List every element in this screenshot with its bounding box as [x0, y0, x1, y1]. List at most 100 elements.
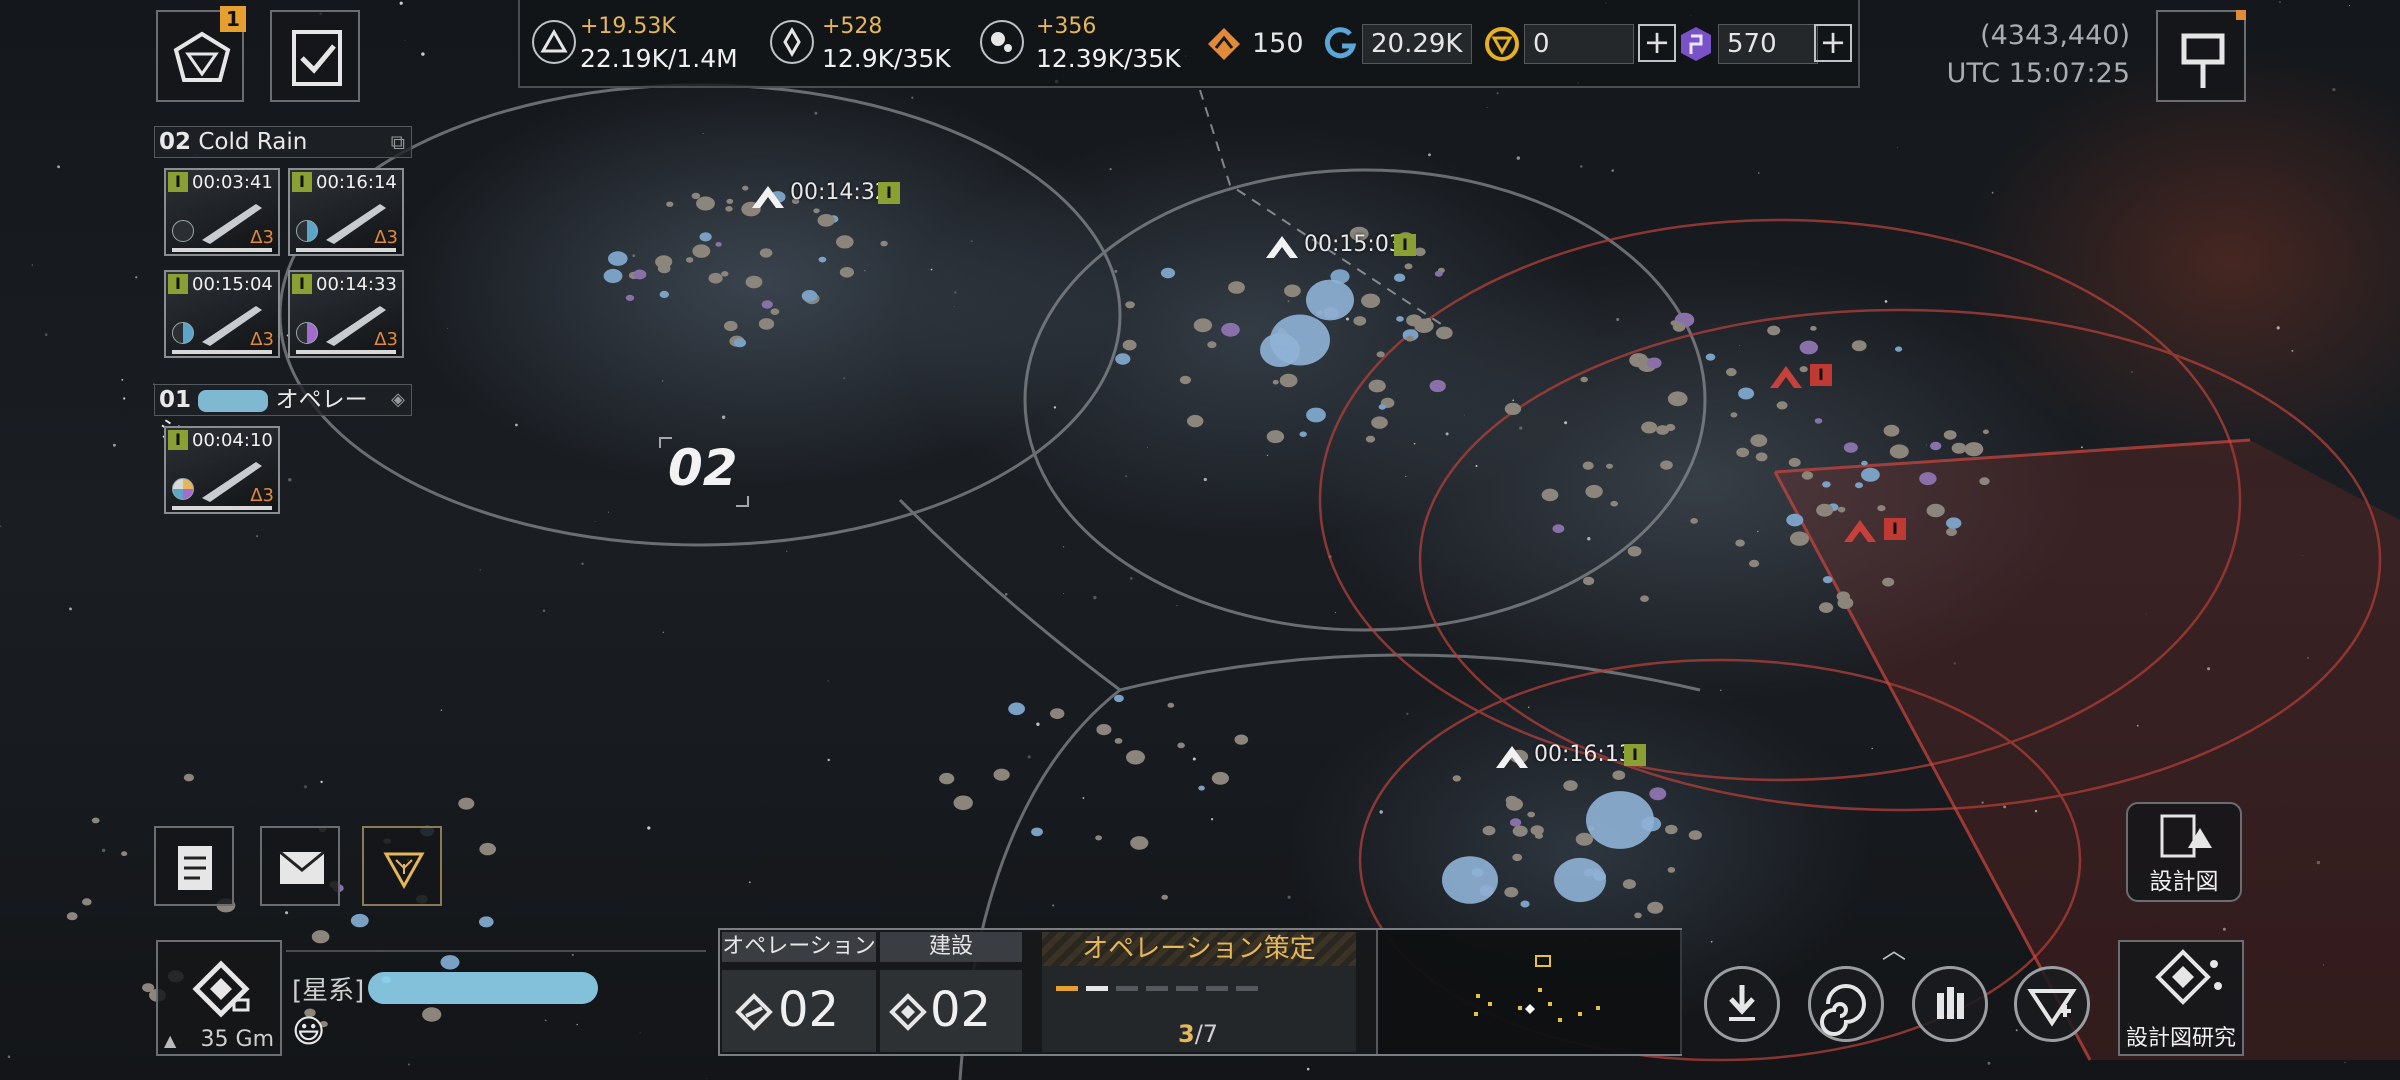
- status-pie-icon: [296, 220, 318, 242]
- document-icon: [178, 846, 212, 890]
- operation-icon: [735, 993, 773, 1031]
- system-label: [星系]: [292, 976, 365, 1006]
- fleet-number: 02: [159, 129, 192, 155]
- gas-value: 12.39K/35K: [1036, 44, 1181, 73]
- gold-box: 0: [1524, 24, 1634, 64]
- ship-card[interactable]: I 00:04:10 Δ3: [164, 426, 280, 514]
- tab-operation[interactable]: オペレーション: [722, 932, 876, 962]
- map-marker-friendly[interactable]: 00:14:32 I: [748, 178, 908, 214]
- zone-label: 02: [668, 439, 738, 497]
- fleet-number: 01: [159, 387, 192, 413]
- expand-icon[interactable]: ⧉: [391, 127, 405, 157]
- construction-icon: [889, 993, 927, 1031]
- utc-time: UTC 15:07:25: [1946, 58, 2130, 89]
- blueprint-label: 設計図: [2149, 869, 2219, 895]
- player-info: [星系] 😃: [286, 950, 706, 1060]
- bookmark-button[interactable]: [2156, 10, 2246, 102]
- premium-icon: [1681, 27, 1711, 61]
- alloy-icon: [532, 20, 576, 64]
- map-marker-friendly[interactable]: 00:16:13 I: [1492, 738, 1652, 774]
- fleet-chevron-icon: [752, 186, 784, 208]
- gas-delta: +356: [1036, 14, 1097, 39]
- fleet-header[interactable]: 01 オペレーシ... ◈: [154, 384, 412, 443]
- tasks-button[interactable]: [270, 10, 360, 102]
- marker-timer: 00:16:13: [1534, 742, 1633, 767]
- marker-badge: I: [1810, 364, 1832, 386]
- map-marker-hostile[interactable]: I: [1766, 358, 1836, 394]
- add-premium-button[interactable]: +: [1814, 24, 1852, 62]
- ship-card[interactable]: I 00:03:41 Δ3: [164, 168, 280, 256]
- planning-progress: 3/7: [1178, 1020, 1218, 1048]
- marker-timer: 00:14:32: [790, 180, 889, 205]
- home-base-button[interactable]: ▲ 35 Gm: [156, 940, 282, 1056]
- minimap[interactable]: [1376, 930, 1682, 1054]
- log-button[interactable]: [154, 826, 234, 906]
- operation-count-value: 02: [778, 982, 840, 1038]
- blueprint-button[interactable]: 設計図: [2126, 802, 2242, 902]
- map-marker-hostile[interactable]: I: [1840, 512, 1910, 548]
- planning-steps: [1056, 976, 1258, 995]
- hp-bar: [296, 248, 396, 252]
- marker-badge: I: [878, 182, 900, 204]
- status-pie-icon: [172, 478, 194, 500]
- distance-value: 35 Gm: [200, 1027, 274, 1052]
- add-gold-button[interactable]: +: [1638, 24, 1676, 62]
- operation-panel: オペレーション 建設 02 02 オペレーション策定 3/7: [718, 928, 1682, 1056]
- star-map[interactable]: 02: [0, 0, 2400, 1080]
- blueprint-research-button[interactable]: 設計図研究: [2118, 940, 2244, 1056]
- galaxy-button[interactable]: [1808, 966, 1884, 1042]
- hp-bar: [172, 506, 272, 510]
- collapse-chevron-icon[interactable]: ︿: [1882, 930, 1906, 965]
- tab-construction[interactable]: 建設: [880, 932, 1022, 962]
- fleet-chevron-icon: [1266, 236, 1298, 258]
- flag-icon: [2181, 33, 2225, 88]
- blueprint-research-label: 設計図研究: [2125, 1026, 2236, 1051]
- credits-icon: [1324, 27, 1357, 59]
- filter-button[interactable]: [362, 826, 442, 906]
- premium-box: 570: [1718, 24, 1818, 64]
- operation-planning-title: オペレーション策定: [1042, 932, 1356, 966]
- hp-bar: [172, 350, 272, 354]
- crystal-value: 12.9K/35K: [822, 44, 951, 73]
- resource-bar: +19.53K 22.19K/1.4M +528 12.9K/35K +356 …: [518, 0, 1860, 88]
- emoji-status[interactable]: 😃: [292, 1012, 325, 1050]
- map-marker-friendly[interactable]: 00:15:03 I: [1262, 228, 1422, 264]
- construction-count[interactable]: 02: [880, 970, 1022, 1052]
- ship-tier: Δ3: [250, 227, 274, 248]
- redacted-system-name: [368, 972, 598, 1004]
- add-fleet-button[interactable]: [2014, 966, 2090, 1042]
- galaxy-icon: [1820, 984, 1866, 1036]
- dock-arrow-icon: [1729, 985, 1755, 1021]
- crystal-delta: +528: [822, 14, 883, 39]
- mail-button[interactable]: [260, 826, 340, 906]
- status-pie-icon: [172, 322, 194, 344]
- status-pie-icon: [296, 322, 318, 344]
- alliance-button[interactable]: 1: [156, 6, 246, 102]
- alloy-value: 22.19K/1.4M: [580, 44, 738, 73]
- hostile-chevron-icon: [1844, 520, 1876, 542]
- research-icon: [2155, 949, 2222, 1005]
- gas-icon: [980, 20, 1024, 64]
- fleet-manage-button[interactable]: [1912, 966, 1988, 1042]
- dock-button[interactable]: [1704, 966, 1780, 1042]
- marker-timer: 00:15:03: [1304, 232, 1403, 257]
- diamond-icon: ◈: [391, 389, 405, 410]
- hp-bar: [172, 248, 272, 252]
- ship-card[interactable]: I 00:15:04 Δ3: [164, 270, 280, 358]
- gold-icon: [1485, 27, 1519, 61]
- ship-tier: Δ3: [374, 329, 398, 350]
- status-pie-icon: [172, 220, 194, 242]
- operation-planning[interactable]: オペレーション策定 3/7: [1042, 932, 1356, 1052]
- credits-box: 20.29K: [1362, 24, 1472, 64]
- fleet-header[interactable]: 02 Cold Rain ⧉: [154, 126, 412, 158]
- shield-plus-icon: [2027, 989, 2077, 1027]
- notification-badge: 1: [220, 6, 246, 32]
- hp-bar: [296, 350, 396, 354]
- operation-count[interactable]: 02: [722, 970, 876, 1052]
- triangle-filter-icon: [383, 852, 425, 890]
- ship-tier: Δ3: [250, 329, 274, 350]
- fleet-chevron-icon: [1496, 746, 1528, 768]
- premium-value: 570: [1727, 29, 1777, 59]
- ship-card[interactable]: I 00:14:33 Δ3: [288, 270, 404, 358]
- ship-card[interactable]: I 00:16:14 Δ3: [288, 168, 404, 256]
